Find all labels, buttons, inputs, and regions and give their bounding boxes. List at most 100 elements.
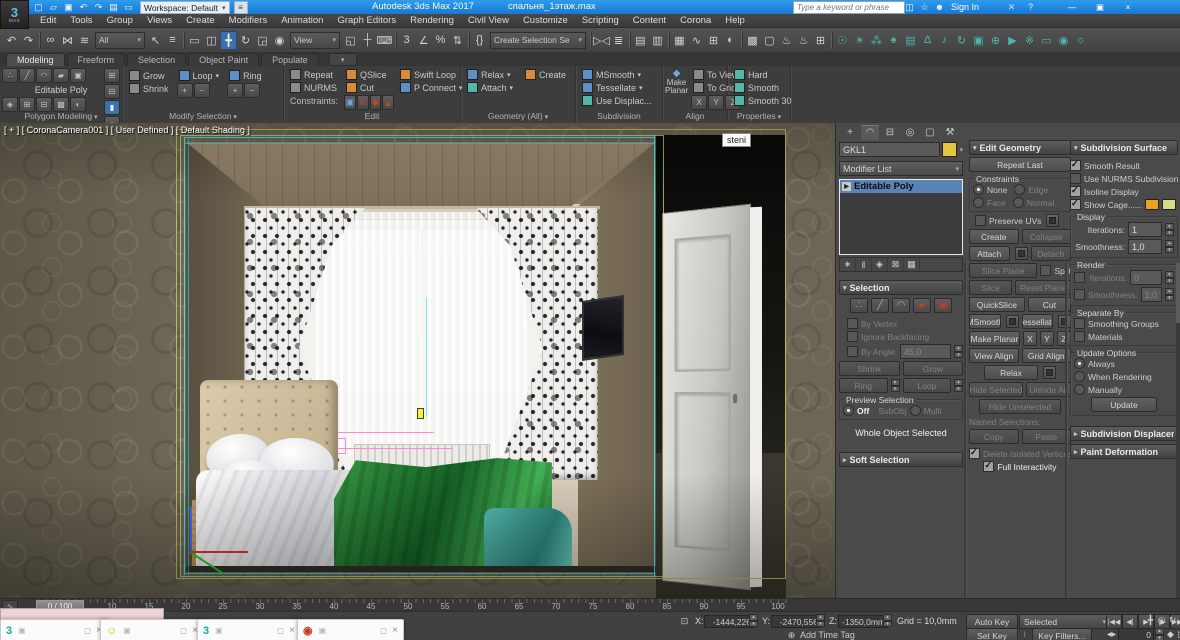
ring-button[interactable]: Ring bbox=[839, 378, 888, 393]
corona-layers-icon[interactable]: ▣ bbox=[970, 31, 987, 50]
qslice-button[interactable]: QSlice bbox=[344, 68, 394, 81]
msmooth-settings-button[interactable] bbox=[1006, 315, 1019, 328]
update-always-radio[interactable] bbox=[1074, 358, 1085, 369]
time-config-icon[interactable]: ▷ bbox=[1176, 629, 1180, 640]
frame-spinner[interactable] bbox=[1155, 628, 1164, 640]
corona-region-icon[interactable]: ▭ bbox=[1038, 31, 1055, 50]
smooth-button[interactable]: Smooth bbox=[732, 81, 786, 94]
swift-loop-button[interactable]: Swift Loop bbox=[398, 68, 460, 81]
corona-refresh-icon[interactable]: ↻ bbox=[953, 31, 970, 50]
modifier-list-dropdown[interactable]: Modifier List bbox=[839, 161, 963, 176]
use-displacement-button[interactable]: Use Displac... bbox=[580, 94, 658, 107]
update-manually-radio[interactable] bbox=[1074, 384, 1085, 395]
render-iterative-icon[interactable]: ♨ bbox=[795, 31, 812, 50]
named-selection-sets-icon[interactable]: {} bbox=[471, 31, 488, 50]
timeline-tick-80[interactable]: 80 bbox=[626, 602, 635, 611]
smooth-30-button[interactable]: Smooth 30 bbox=[732, 94, 786, 107]
schematic-view-icon[interactable]: ⊞ bbox=[705, 31, 722, 50]
display-tab-icon[interactable]: ▢ bbox=[921, 125, 939, 140]
split-checkbox[interactable] bbox=[1040, 265, 1051, 276]
cage-selected-color-swatch[interactable] bbox=[1162, 199, 1176, 210]
detach-button[interactable]: Detach bbox=[1031, 246, 1072, 261]
align-y-button[interactable]: Y bbox=[708, 95, 724, 110]
mirror-icon[interactable]: ▷◁ bbox=[593, 31, 610, 50]
update-when-rendering-radio[interactable] bbox=[1074, 371, 1085, 382]
preserve-uvs-settings-button[interactable] bbox=[1046, 214, 1059, 227]
menu-content[interactable]: Content bbox=[626, 14, 673, 27]
corona-eye-icon[interactable]: ◉ bbox=[1055, 31, 1072, 50]
remove-modifier-icon[interactable]: ⊠ bbox=[888, 258, 904, 271]
ring-minus-button[interactable]: − bbox=[244, 83, 260, 98]
orbit-icon[interactable]: ↻ bbox=[1167, 614, 1178, 626]
redo-icon[interactable]: ↷ bbox=[20, 31, 37, 50]
hierarchy-tab-icon[interactable]: ⊟ bbox=[881, 125, 899, 140]
timeline-tick-45[interactable]: 45 bbox=[367, 602, 376, 611]
hide-unselected-button[interactable]: Hide Unselected bbox=[979, 399, 1061, 414]
next-prev-key-icon[interactable]: ◀▶ bbox=[1106, 629, 1117, 640]
workspace-dropdown[interactable]: Workspace: Default bbox=[140, 1, 230, 14]
select-and-place-icon[interactable]: ◉ bbox=[271, 31, 288, 50]
shrink-button[interactable]: Shrink bbox=[127, 82, 171, 95]
timeline-tick-20[interactable]: 20 bbox=[182, 602, 191, 611]
repeat-last-button[interactable]: Repeat Last bbox=[969, 157, 1071, 172]
relax-settings-button[interactable] bbox=[1043, 366, 1056, 379]
msmooth-button[interactable]: MSmooth ▾ bbox=[580, 68, 658, 81]
menu-corona[interactable]: Corona bbox=[673, 14, 718, 27]
x-coordinate-field[interactable]: -1444,226 bbox=[704, 615, 754, 628]
corona-bulb-icon[interactable]: ☼ bbox=[1072, 31, 1089, 50]
timeline-tick-30[interactable]: 30 bbox=[256, 602, 265, 611]
create-tab-icon[interactable]: + bbox=[841, 125, 859, 140]
angle-snap-icon[interactable]: ∠ bbox=[415, 31, 432, 50]
render-setup-icon[interactable]: ▩ bbox=[744, 31, 761, 50]
timeline-tick-95[interactable]: 95 bbox=[737, 602, 746, 611]
show-end-result-icon[interactable]: ‖ bbox=[856, 258, 872, 271]
subdivision-footer[interactable]: Subdivision bbox=[576, 111, 662, 122]
messenger-window-tab[interactable]: ☺▣□× bbox=[100, 619, 204, 640]
pm-tool-1-button[interactable]: ◈ bbox=[2, 97, 18, 112]
undo-qat-icon[interactable]: ↶ bbox=[77, 2, 90, 14]
edit-footer[interactable]: Edit bbox=[284, 111, 460, 122]
timeline-tick-55[interactable]: 55 bbox=[441, 602, 450, 611]
corona-play-icon[interactable]: ▶ bbox=[1004, 31, 1021, 50]
update-button[interactable]: Update bbox=[1091, 397, 1157, 412]
constrain-none-icon[interactable]: ▣ bbox=[344, 95, 356, 110]
slice-button[interactable]: Slice bbox=[969, 280, 1012, 295]
corona-trees-icon[interactable]: ♠ bbox=[885, 31, 902, 50]
attach-button[interactable]: Attach ▾ bbox=[465, 81, 515, 94]
constraint-none-radio[interactable] bbox=[973, 184, 984, 195]
menu-customize[interactable]: Customize bbox=[516, 14, 575, 27]
keyboard-override-icon[interactable]: ⌨ bbox=[376, 31, 393, 50]
corona-scatter-icon[interactable]: ⁂ bbox=[868, 31, 885, 50]
menu-views[interactable]: Views bbox=[140, 14, 179, 27]
edit-geometry-rollout-header[interactable]: Edit Geometry bbox=[969, 140, 1071, 155]
create-button[interactable]: Create bbox=[523, 68, 568, 81]
render-iterations-field[interactable]: 0 bbox=[1130, 270, 1162, 285]
grow-button[interactable]: Grow bbox=[127, 69, 171, 82]
display-iterations-spinner[interactable] bbox=[1165, 223, 1174, 236]
pm-border-button[interactable]: ◠ bbox=[36, 68, 52, 83]
timeline-tick-25[interactable]: 25 bbox=[219, 602, 228, 611]
menu-help[interactable]: Help bbox=[718, 14, 752, 27]
paint-deformation-rollout-header[interactable]: Paint Deformation bbox=[1070, 444, 1178, 459]
display-iterations-field[interactable]: 1 bbox=[1128, 222, 1162, 237]
align-icon[interactable]: ≣ bbox=[610, 31, 627, 50]
msmooth-button[interactable]: MSmooth bbox=[969, 314, 1001, 329]
show-cage-checkbox[interactable] bbox=[1070, 199, 1081, 210]
close-button[interactable]: × bbox=[1118, 1, 1138, 13]
loop-spinner[interactable] bbox=[954, 379, 963, 392]
template-icon[interactable]: ▭ bbox=[122, 2, 135, 14]
loop-plus-button[interactable]: + bbox=[177, 83, 193, 98]
polygon-icon[interactable]: ▰ bbox=[913, 298, 931, 313]
unlink-selection-icon[interactable]: ⋈ bbox=[59, 31, 76, 50]
ring-spinner[interactable] bbox=[891, 379, 900, 392]
corona-bell-icon[interactable]: ♪ bbox=[936, 31, 953, 50]
named-sets-dropdown[interactable]: Create Selection Se bbox=[490, 32, 586, 49]
expand-arrow-icon[interactable]: ▶ bbox=[842, 182, 851, 191]
3ds-max-logo[interactable]: 3 MAX bbox=[0, 0, 29, 29]
favorites-star-icon[interactable]: ☆ bbox=[918, 1, 931, 13]
loop-button[interactable]: Loop bbox=[903, 378, 952, 393]
selection-set-dropdown[interactable]: Selected bbox=[1019, 614, 1111, 629]
menu-edit[interactable]: Edit bbox=[33, 14, 63, 27]
pm-tool-4-button[interactable]: ▩ bbox=[53, 97, 69, 112]
ring-plus-button[interactable]: + bbox=[227, 83, 243, 98]
